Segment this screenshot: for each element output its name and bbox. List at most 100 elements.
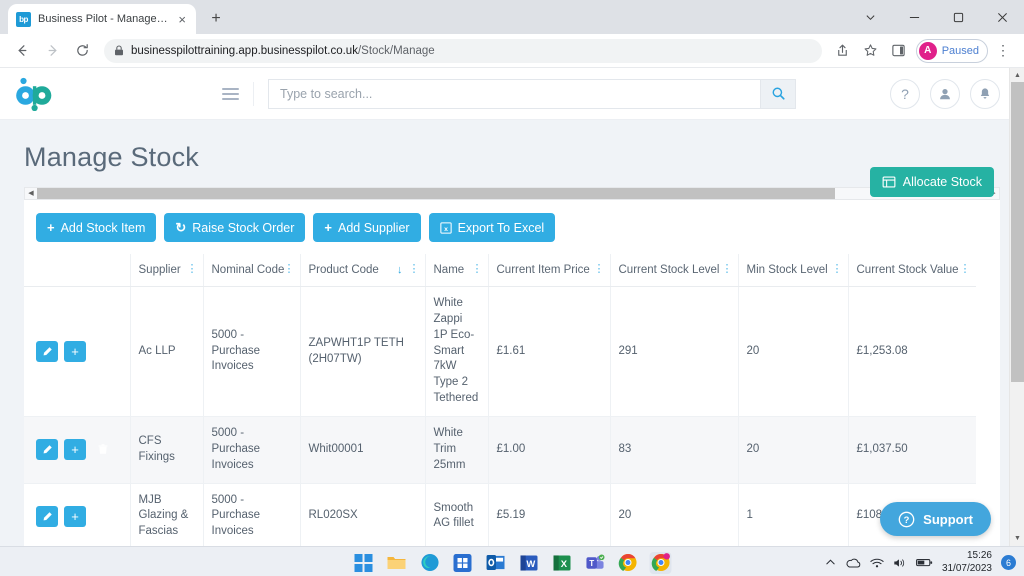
edit-row-button[interactable] bbox=[36, 341, 58, 362]
toolbar-button-raise-stock-order[interactable]: ↻ Raise Stock Order bbox=[164, 213, 306, 242]
tray-notification-badge[interactable]: 6 bbox=[1001, 555, 1016, 570]
new-tab-button[interactable]: + bbox=[206, 9, 226, 29]
toolbar-button-add-supplier[interactable]: + Add Supplier bbox=[313, 213, 421, 242]
browser-tab[interactable]: bp Business Pilot - Manage Stock × bbox=[8, 4, 196, 34]
taskbar-chrome-active-icon[interactable] bbox=[649, 551, 672, 574]
tab-search-icon[interactable] bbox=[848, 0, 892, 34]
support-chat-button[interactable]: ? Support bbox=[880, 502, 991, 536]
taskbar-excel-icon[interactable]: X bbox=[551, 552, 573, 574]
table-row[interactable]: + MJB Glazing & Fascias 5000 - Purchase In… bbox=[24, 483, 976, 546]
side-panel-icon[interactable] bbox=[886, 38, 912, 64]
toolbar-button-label: Raise Stock Order bbox=[192, 220, 295, 235]
cell-supplier: CFS Fixings bbox=[130, 416, 204, 484]
column-header-current-stock-level[interactable]: Current Stock Level ⋮ bbox=[610, 254, 739, 287]
table-header: Supplier ⋮ Nominal Code ⋮ Product Code ↓ ⋮ Name… bbox=[24, 254, 976, 287]
tab-close-icon[interactable]: × bbox=[176, 13, 188, 26]
taskbar-file-explorer-icon[interactable] bbox=[386, 552, 408, 574]
edit-row-button[interactable] bbox=[36, 439, 58, 461]
column-menu-icon[interactable]: ⋮ bbox=[187, 264, 198, 275]
column-header-actions[interactable] bbox=[24, 254, 131, 287]
hscroll-track[interactable] bbox=[37, 188, 987, 199]
toolbar-button-add-stock-item[interactable]: + Add Stock Item bbox=[36, 213, 157, 242]
forward-icon[interactable] bbox=[38, 37, 66, 65]
global-search: Type to search... bbox=[268, 78, 796, 109]
table-body: + Ac LLP 5000 - Purchase Invoices ZAPWHT1P … bbox=[24, 286, 976, 546]
column-header-name[interactable]: Name ⋮ bbox=[425, 254, 489, 287]
share-icon[interactable] bbox=[830, 38, 856, 64]
tray-onedrive-cloud-icon[interactable] bbox=[845, 557, 861, 569]
tray-battery-icon[interactable] bbox=[915, 557, 933, 568]
close-icon[interactable] bbox=[980, 0, 1024, 34]
tray-chevron-up-icon[interactable] bbox=[825, 557, 836, 568]
app-header: Type to search... ? bbox=[0, 68, 1024, 120]
column-header-label: Min Stock Level bbox=[746, 264, 828, 276]
row-actions-cell: + bbox=[24, 286, 131, 418]
column-menu-icon[interactable]: ⋮ bbox=[284, 264, 295, 275]
column-menu-icon[interactable]: ⋮ bbox=[409, 264, 420, 275]
user-icon bbox=[940, 88, 950, 99]
table-scroll-region[interactable]: Supplier ⋮ Nominal Code ⋮ Product Code ↓ ⋮ Name… bbox=[24, 254, 976, 546]
add-row-button[interactable]: + bbox=[64, 439, 86, 461]
add-row-button[interactable]: + bbox=[64, 341, 86, 362]
column-menu-icon[interactable]: ⋮ bbox=[472, 264, 483, 275]
cell-min-stock-level: 20 bbox=[738, 416, 849, 484]
vertical-scrollbar[interactable]: ▲ ▼ bbox=[1009, 68, 1024, 546]
column-menu-icon[interactable]: ⋮ bbox=[960, 264, 971, 275]
allocate-stock-button[interactable]: Allocate Stock bbox=[869, 167, 994, 197]
user-menu-button[interactable] bbox=[930, 78, 960, 109]
column-header-min-stock-level[interactable]: Min Stock Level ⋮ bbox=[738, 254, 849, 287]
tray-wifi-icon[interactable] bbox=[870, 557, 884, 569]
tray-volume-icon[interactable] bbox=[893, 557, 907, 569]
search-button[interactable] bbox=[760, 78, 796, 109]
column-menu-icon[interactable]: ⋮ bbox=[722, 264, 733, 275]
cell-supplier: MJB Glazing & Fascias bbox=[130, 483, 204, 546]
column-menu-icon[interactable]: ⋮ bbox=[594, 264, 605, 275]
star-icon[interactable] bbox=[858, 38, 884, 64]
taskbar-start-icon[interactable] bbox=[353, 552, 375, 574]
tray-clock[interactable]: 15:26 31/07/2023 bbox=[942, 550, 992, 575]
taskbar-teams-icon[interactable]: T bbox=[584, 552, 606, 574]
menu-toggle-icon[interactable] bbox=[208, 81, 254, 106]
address-bar[interactable]: businesspilottraining.app.businesspilot.… bbox=[104, 38, 822, 63]
column-header-supplier[interactable]: Supplier ⋮ bbox=[130, 254, 204, 287]
back-icon[interactable] bbox=[8, 37, 36, 65]
reload-icon[interactable] bbox=[68, 37, 96, 65]
edit-row-button[interactable] bbox=[36, 505, 58, 527]
toolbar-button-export-to-excel[interactable]: x Export To Excel bbox=[428, 213, 556, 242]
horizontal-scrollbar[interactable]: ◀ ▶ bbox=[24, 187, 1000, 200]
taskbar-chrome-icon[interactable] bbox=[617, 552, 639, 574]
taskbar-word-icon[interactable]: W bbox=[518, 552, 540, 574]
hscroll-thumb[interactable] bbox=[37, 188, 835, 199]
vscroll-up-arrow[interactable]: ▲ bbox=[1010, 68, 1024, 83]
maximize-icon[interactable] bbox=[936, 0, 980, 34]
svg-text:X: X bbox=[560, 558, 567, 569]
column-menu-icon[interactable]: ⋮ bbox=[832, 264, 843, 275]
hscroll-left-arrow[interactable]: ◀ bbox=[25, 190, 37, 197]
notifications-button[interactable] bbox=[970, 78, 1000, 109]
column-header-nominal-code[interactable]: Nominal Code ⋮ bbox=[203, 254, 301, 287]
table-row[interactable]: + CFS Fixings 5000 - Purchase Invoices Whit… bbox=[24, 416, 976, 484]
taskbar-edge-icon[interactable] bbox=[419, 552, 441, 574]
vscroll-down-arrow[interactable]: ▼ bbox=[1010, 531, 1024, 546]
column-header-current-item-price[interactable]: Current Item Price ⋮ bbox=[488, 254, 611, 287]
profile-chip[interactable]: A Paused bbox=[915, 38, 988, 63]
minimize-icon[interactable] bbox=[892, 0, 936, 34]
column-header-label: Nominal Code bbox=[211, 264, 284, 276]
column-header-product-code[interactable]: Product Code ↓ ⋮ bbox=[300, 254, 426, 287]
cell-nominal-code: 5000 - Purchase Invoices bbox=[203, 416, 301, 484]
app-logo[interactable] bbox=[0, 77, 208, 111]
browser-menu-icon[interactable]: ⋮ bbox=[990, 38, 1016, 64]
cell-product-code: ZAPWHT1P TETH (2H07TW) bbox=[300, 286, 426, 418]
vscroll-thumb[interactable] bbox=[1011, 82, 1024, 382]
delete-row-button[interactable] bbox=[92, 439, 114, 460]
toolbar-button-label: Add Supplier bbox=[337, 220, 410, 235]
taskbar-microsoft-store-icon[interactable] bbox=[452, 552, 474, 574]
column-header-current-stock-value[interactable]: Current Stock Value ⋮ bbox=[848, 254, 976, 287]
help-button[interactable]: ? bbox=[890, 78, 920, 109]
taskbar-outlook-icon[interactable] bbox=[485, 552, 507, 574]
delete-row-button[interactable] bbox=[92, 506, 114, 527]
sort-descending-icon[interactable]: ↓ bbox=[397, 264, 403, 276]
table-row[interactable]: + Ac LLP 5000 - Purchase Invoices ZAPWHT1P … bbox=[24, 286, 976, 418]
add-row-button[interactable]: + bbox=[64, 505, 86, 527]
search-input[interactable]: Type to search... bbox=[268, 78, 760, 109]
